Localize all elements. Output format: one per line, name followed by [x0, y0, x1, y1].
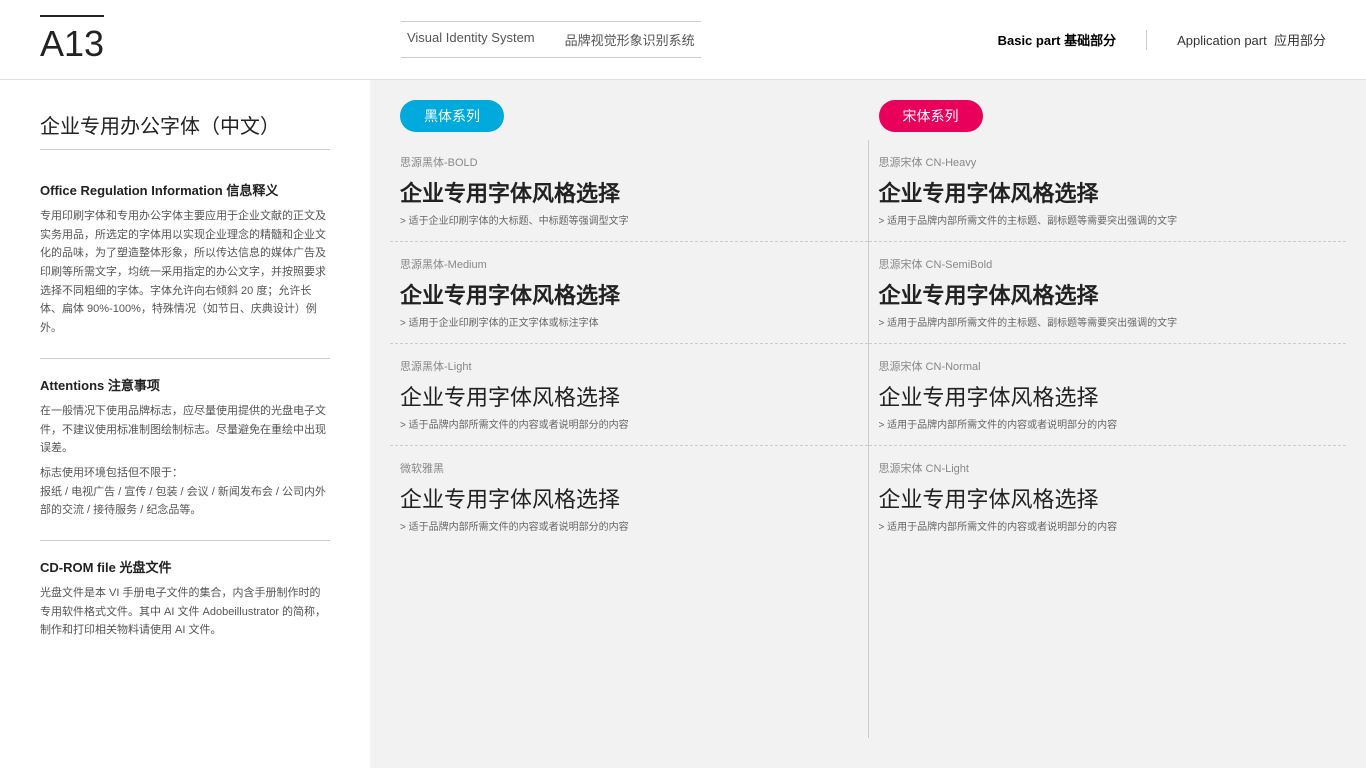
section1-title: Office Regulation Information 信息释义: [40, 180, 330, 199]
header-center: Visual Identity System 品牌视觉形象识别系统: [401, 21, 701, 58]
right-panel: 黑体系列 宋体系列 思源黑体-BOLD 企业专用字体风格选择 > 适于企业印刷字体的…: [370, 80, 1366, 768]
vis-title-cn: 品牌视觉形象识别系统: [565, 30, 695, 49]
font-item-label: 思源宋体 CN-Light: [879, 460, 1337, 476]
font-item-label: 思源宋体 CN-SemiBold: [879, 256, 1337, 272]
section-cdrom: CD-ROM file 光盘文件 光盘文件是本 VI 手册电子文件的集合，内含手…: [40, 557, 330, 640]
section2-text1: 在一般情况下使用品牌标志，应尽量使用提供的光盘电子文件，不建议使用标准制图绘制标…: [40, 402, 330, 458]
section-office-regulation: Office Regulation Information 信息释义 专用印刷字…: [40, 180, 330, 338]
font-item-label: 思源宋体 CN-Heavy: [879, 154, 1337, 170]
font-item-label: 思源黑体-Medium: [400, 256, 858, 272]
font-item-demo: 企业专用字体风格选择: [879, 380, 1337, 412]
font-item-desc: > 适于企业印刷字体的大标题、中标题等强调型文字: [400, 212, 858, 227]
font-item-demo: 企业专用字体风格选择: [879, 482, 1337, 514]
font-item-demo: 企业专用字体风格选择: [400, 380, 858, 412]
font-item: 思源黑体-Medium 企业专用字体风格选择 > 适用于企业印刷字体的正文字体或标注…: [390, 242, 868, 344]
font-item: 思源黑体-BOLD 企业专用字体风格选择 > 适于企业印刷字体的大标题、中标题等强调…: [390, 140, 868, 242]
header-nav: Basic part 基础部分 Application part 应用部分: [998, 30, 1326, 50]
font-item-desc: > 适于品牌内部所需文件的内容或者说明部分的内容: [400, 518, 858, 533]
font-item: 思源黑体-Light 企业专用字体风格选择 > 适于品牌内部所需文件的内容或者说明部…: [390, 344, 868, 446]
header-line-top: [401, 21, 701, 22]
font-item-demo: 企业专用字体风格选择: [400, 278, 858, 310]
songti-column: 思源宋体 CN-Heavy 企业专用字体风格选择 > 适用于品牌内部所需文件的主标题…: [869, 140, 1347, 738]
font-item: 思源宋体 CN-Normal 企业专用字体风格选择 > 适用于品牌内部所需文件的内容…: [869, 344, 1347, 446]
font-item-label: 思源黑体-BOLD: [400, 154, 858, 170]
header-titles: Visual Identity System 品牌视觉形象识别系统: [407, 30, 695, 49]
section3-title: CD-ROM file 光盘文件: [40, 557, 330, 576]
badge-heiti: 黑体系列: [400, 100, 504, 132]
font-item-desc: > 适用于品牌内部所需文件的内容或者说明部分的内容: [879, 518, 1337, 533]
section2-text2: 标志使用环境包括但不限于： 报纸 / 电视广告 / 宣传 / 包装 / 会议 /…: [40, 464, 330, 520]
font-item: 思源宋体 CN-SemiBold 企业专用字体风格选择 > 适用于品牌内部所需文件的…: [869, 242, 1347, 344]
section3-text: 光盘文件是本 VI 手册电子文件的集合，内含手册制作时的专用软件格式文件。其中 …: [40, 584, 330, 640]
font-item-label: 思源宋体 CN-Normal: [879, 358, 1337, 374]
font-item-demo: 企业专用字体风格选择: [400, 482, 858, 514]
font-item: 思源宋体 CN-Heavy 企业专用字体风格选择 > 适用于品牌内部所需文件的主标题…: [869, 140, 1347, 242]
font-item: 思源宋体 CN-Light 企业专用字体风格选择 > 适用于品牌内部所需文件的内容或…: [869, 446, 1347, 547]
font-item-desc: > 适用于品牌内部所需文件的主标题、副标题等需要突出强调的文字: [879, 212, 1337, 227]
section2-title: Attentions 注意事项: [40, 375, 330, 394]
font-item-desc: > 适用于企业印刷字体的正文字体或标注字体: [400, 314, 858, 329]
main-layout: 企业专用办公字体（中文） Office Regulation Informati…: [0, 80, 1366, 768]
font-item-demo: 企业专用字体风格选择: [879, 278, 1337, 310]
font-item-desc: > 适用于品牌内部所需文件的主标题、副标题等需要突出强调的文字: [879, 314, 1337, 329]
font-item-demo: 企业专用字体风格选择: [879, 176, 1337, 208]
section-attentions: Attentions 注意事项 在一般情况下使用品牌标志，应尽量使用提供的光盘电…: [40, 375, 330, 520]
font-item: 微软雅黑企业专用字体风格选择 > 适于品牌内部所需文件的内容或者说明部分的内容: [390, 446, 868, 547]
top-header: A13 Visual Identity System 品牌视觉形象识别系统 Ba…: [0, 0, 1366, 80]
nav-application[interactable]: Application part 应用部分: [1177, 30, 1326, 49]
font-item-desc: > 适于品牌内部所需文件的内容或者说明部分的内容: [400, 416, 858, 431]
nav-separator: [1146, 30, 1147, 50]
font-item-demo: 企业专用字体风格选择: [400, 176, 858, 208]
left-divider-1: [40, 358, 330, 359]
badge-songti: 宋体系列: [879, 100, 983, 132]
page-id: A13: [40, 15, 104, 65]
font-item-label: 微软雅黑: [400, 460, 858, 476]
font-item-desc: > 适用于品牌内部所需文件的内容或者说明部分的内容: [879, 416, 1337, 431]
left-panel: 企业专用办公字体（中文） Office Regulation Informati…: [0, 80, 370, 768]
left-page-title: 企业专用办公字体（中文）: [40, 110, 330, 150]
badge-row: 黑体系列 宋体系列: [390, 100, 1346, 132]
nav-basic[interactable]: Basic part 基础部分: [998, 30, 1117, 49]
vis-title-en: Visual Identity System: [407, 30, 535, 49]
heiti-column: 思源黑体-BOLD 企业专用字体风格选择 > 适于企业印刷字体的大标题、中标题等强调…: [390, 140, 868, 738]
font-item-label: 思源黑体-Light: [400, 358, 858, 374]
columns-wrapper: 思源黑体-BOLD 企业专用字体风格选择 > 适于企业印刷字体的大标题、中标题等强调…: [390, 140, 1346, 738]
section1-text: 专用印刷字体和专用办公字体主要应用于企业文献的正文及实务用品，所选定的字体用以实…: [40, 207, 330, 338]
header-line-bottom: [401, 57, 701, 58]
left-divider-2: [40, 540, 330, 541]
